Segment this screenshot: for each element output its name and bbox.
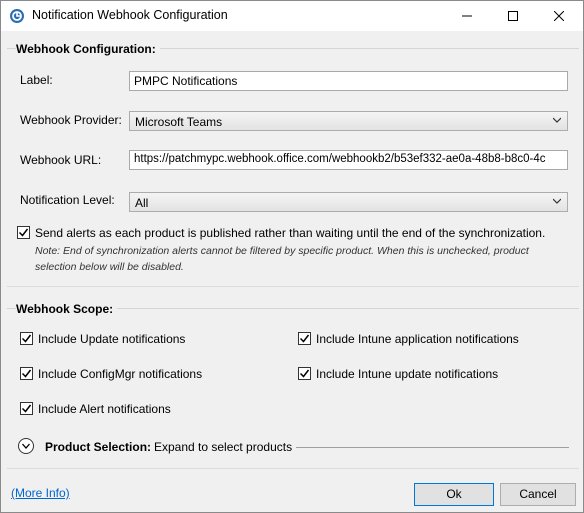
webhook-scope-title: Webhook Scope: bbox=[16, 302, 118, 316]
send-alerts-label: Send alerts as each product is published… bbox=[35, 226, 546, 240]
checkmark-icon bbox=[300, 369, 309, 378]
notification-level-select[interactable]: All bbox=[129, 192, 568, 212]
include-intune-application-label: Include Intune application notifications bbox=[316, 332, 519, 346]
app-logo-icon bbox=[9, 8, 25, 24]
include-intune-update-checkbox[interactable] bbox=[298, 367, 311, 380]
notification-level-caption: Notification Level: bbox=[20, 193, 115, 207]
close-icon bbox=[554, 11, 564, 21]
product-selection-line bbox=[296, 447, 569, 448]
close-button[interactable] bbox=[536, 1, 582, 31]
product-selection-hint: Expand to select products bbox=[154, 440, 293, 454]
include-update-checkbox[interactable] bbox=[20, 332, 33, 345]
send-alerts-note-line2: selection below will be disabled. bbox=[35, 261, 184, 273]
checkmark-icon bbox=[300, 334, 309, 343]
product-selection-expander[interactable] bbox=[18, 438, 34, 454]
label-input[interactable]: PMPC Notifications bbox=[129, 71, 568, 91]
maximize-icon bbox=[508, 11, 518, 21]
send-alerts-note-line1: Note: End of synchronization alerts cann… bbox=[35, 245, 529, 257]
webhook-url-caption: Webhook URL: bbox=[20, 153, 102, 167]
window-title: Notification Webhook Configuration bbox=[32, 8, 228, 22]
chevron-down-icon bbox=[22, 443, 30, 449]
chevron-down-icon bbox=[553, 117, 561, 123]
ok-button[interactable]: Ok bbox=[414, 483, 494, 506]
minimize-button[interactable] bbox=[444, 1, 490, 31]
send-alerts-checkbox[interactable] bbox=[17, 226, 30, 239]
webhook-provider-select[interactable]: Microsoft Teams bbox=[129, 111, 568, 131]
notification-level-value: All bbox=[135, 196, 149, 210]
include-update-label: Include Update notifications bbox=[38, 332, 186, 346]
webhook-configuration-title: Webhook Configuration: bbox=[16, 42, 160, 56]
cancel-button[interactable]: Cancel bbox=[500, 483, 576, 506]
section-divider bbox=[7, 286, 579, 287]
checkmark-icon bbox=[22, 334, 31, 343]
include-alert-checkbox[interactable] bbox=[20, 402, 33, 415]
product-selection-title: Product Selection: bbox=[45, 440, 152, 454]
webhook-provider-caption: Webhook Provider: bbox=[20, 113, 122, 127]
label-caption: Label: bbox=[20, 73, 53, 87]
include-intune-application-checkbox[interactable] bbox=[298, 332, 311, 345]
checkmark-icon bbox=[22, 404, 31, 413]
webhook-provider-value: Microsoft Teams bbox=[135, 115, 223, 129]
maximize-button[interactable] bbox=[490, 1, 536, 31]
checkmark-icon bbox=[22, 369, 31, 378]
title-bar: Notification Webhook Configuration bbox=[1, 1, 583, 31]
checkmark-icon bbox=[19, 228, 28, 237]
include-configmgr-checkbox[interactable] bbox=[20, 367, 33, 380]
footer-divider bbox=[7, 468, 579, 469]
webhook-config-dialog: Notification Webhook Configuration Webho… bbox=[0, 0, 584, 513]
more-info-link[interactable]: (More Info) bbox=[11, 486, 70, 500]
include-alert-label: Include Alert notifications bbox=[38, 402, 171, 416]
webhook-url-input[interactable]: https://patchmypc.webhook.office.com/web… bbox=[129, 150, 568, 170]
minimize-icon bbox=[462, 15, 472, 17]
chevron-down-icon bbox=[553, 198, 561, 204]
include-configmgr-label: Include ConfigMgr notifications bbox=[38, 367, 203, 381]
include-intune-update-label: Include Intune update notifications bbox=[316, 367, 499, 381]
